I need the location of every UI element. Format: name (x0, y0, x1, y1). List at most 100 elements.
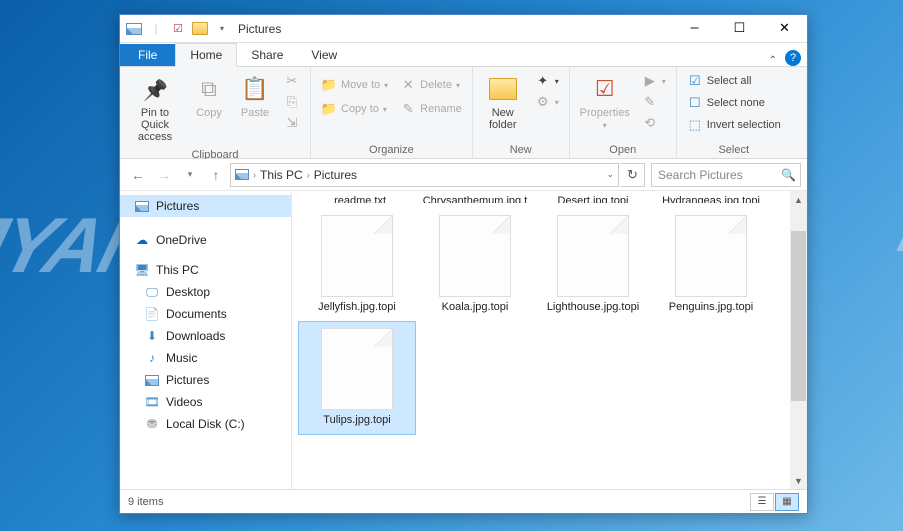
open-button[interactable]: ▶▾ (638, 71, 670, 91)
recent-locations-button[interactable]: ▾ (178, 163, 202, 187)
file-item[interactable]: Jellyfish.jpg.topi (298, 209, 416, 321)
move-to-button[interactable]: 📁Move to▾ (317, 75, 392, 95)
edit-icon: ✎ (642, 94, 658, 110)
new-item-button[interactable]: ✦▾ (531, 71, 563, 91)
file-item[interactable]: Penguins.jpg.topi (652, 209, 770, 321)
delete-button[interactable]: ✕Delete▾ (396, 75, 466, 95)
nav-downloads[interactable]: ⬇Downloads (120, 325, 291, 347)
cut-button[interactable]: ✂ (280, 71, 304, 91)
nav-documents[interactable]: 📄Documents (120, 303, 291, 325)
properties-icon: ☑ (589, 73, 621, 105)
file-item[interactable]: Koala.jpg.topi (416, 209, 534, 321)
copy-to-button[interactable]: 📁Copy to▾ (317, 99, 392, 119)
file-item-selected[interactable]: Tulips.jpg.topi (298, 321, 416, 435)
copy-to-icon: 📁 (321, 101, 337, 117)
scroll-up-button[interactable]: ▲ (790, 191, 807, 208)
tab-home[interactable]: Home (175, 43, 237, 67)
qat-dropdown-icon[interactable]: ▾ (212, 19, 232, 39)
back-button[interactable]: ← (126, 163, 150, 187)
forward-button[interactable]: → (152, 163, 176, 187)
minimize-button[interactable]: ─ (672, 15, 717, 43)
tab-view[interactable]: View (297, 44, 351, 66)
new-item-icon: ✦ (535, 73, 551, 89)
file-label: Hydrangeas.jpg.topi (662, 195, 760, 203)
quick-access-toolbar: | ☑ ▾ (120, 19, 232, 39)
history-button[interactable]: ⟲ (638, 113, 670, 133)
nav-onedrive[interactable]: ☁OneDrive (120, 229, 291, 251)
search-icon: 🔍 (781, 168, 796, 182)
paste-icon: 📋 (239, 73, 271, 105)
close-button[interactable]: ✕ (762, 15, 807, 43)
edit-button[interactable]: ✎ (638, 92, 670, 112)
rename-icon: ✎ (400, 101, 416, 117)
file-item[interactable]: Chrysanthemum.jpg.topi (416, 191, 534, 209)
easy-access-button[interactable]: ⚙▾ (531, 92, 563, 112)
ribbon-group-new: New folder ✦▾ ⚙▾ New (473, 67, 570, 158)
search-input[interactable]: Search Pictures 🔍 (651, 163, 801, 187)
nav-pictures-sub[interactable]: Pictures (120, 369, 291, 391)
nav-videos[interactable]: 🎞Videos (120, 391, 291, 413)
nav-pictures[interactable]: Pictures (120, 195, 291, 217)
status-bar: 9 items ☰ ▦ (120, 489, 807, 513)
new-group-label: New (479, 142, 563, 158)
select-none-button[interactable]: ☐Select none (683, 93, 785, 113)
nav-music[interactable]: ♪Music (120, 347, 291, 369)
new-folder-icon (487, 73, 519, 105)
file-label: Koala.jpg.topi (442, 301, 509, 315)
help-icon[interactable]: ? (785, 50, 801, 66)
rename-button[interactable]: ✎Rename (396, 99, 466, 119)
ribbon: Pin to Quick access ⧉ Copy 📋 Paste ✂ ⎘ ⇲… (120, 67, 807, 159)
watermark-right: .COM (887, 150, 903, 277)
nav-localdisk[interactable]: ⛃Local Disk (C:) (120, 413, 291, 435)
paste-shortcut-icon: ⇲ (284, 115, 300, 131)
pictures-icon (144, 372, 160, 388)
scrollbar-thumb[interactable] (791, 231, 806, 401)
videos-icon: 🎞 (144, 394, 160, 410)
history-icon: ⟲ (642, 115, 658, 131)
file-item[interactable]: Desert.jpg.topi (534, 191, 652, 209)
breadcrumb[interactable]: › This PC › Pictures ⌄ (230, 163, 619, 187)
scroll-down-button[interactable]: ▼ (790, 472, 807, 489)
invert-selection-button[interactable]: ⬚Invert selection (683, 115, 785, 135)
chevron-down-icon[interactable]: ⌄ (606, 169, 614, 180)
nav-thispc[interactable]: 🖥This PC (120, 259, 291, 281)
collapse-ribbon-icon[interactable]: ⌃ (769, 55, 777, 66)
select-all-button[interactable]: ☑Select all (683, 71, 785, 91)
file-item[interactable]: Lighthouse.jpg.topi (534, 209, 652, 321)
downloads-icon: ⬇ (144, 328, 160, 344)
file-label: Lighthouse.jpg.topi (547, 301, 639, 315)
move-to-icon: 📁 (321, 77, 337, 93)
refresh-button[interactable]: ↻ (621, 163, 645, 187)
up-button[interactable]: ↑ (204, 163, 228, 187)
nav-desktop[interactable]: 🖵Desktop (120, 281, 291, 303)
tab-share[interactable]: Share (237, 44, 297, 66)
tab-file[interactable]: File (120, 44, 175, 66)
ribbon-group-organize: 📁Move to▾ 📁Copy to▾ ✕Delete▾ ✎Rename Org… (311, 67, 473, 158)
easy-access-icon: ⚙ (535, 94, 551, 110)
vertical-scrollbar[interactable]: ▲ ▼ (790, 191, 807, 489)
ribbon-group-open: ☑ Properties ▾ ▶▾ ✎ ⟲ Open (570, 67, 677, 158)
paste-shortcut-button[interactable]: ⇲ (280, 113, 304, 133)
copy-button[interactable]: ⧉ Copy (188, 69, 230, 123)
paste-button[interactable]: 📋 Paste (234, 69, 276, 123)
properties-button[interactable]: ☑ Properties ▾ (576, 69, 634, 134)
open-icon: ▶ (642, 73, 658, 89)
thumbnails-view-button[interactable]: ▦ (775, 493, 799, 511)
maximize-button[interactable]: ☐ (717, 15, 762, 43)
window-title: Pictures (238, 22, 281, 36)
file-thumb (321, 328, 393, 410)
file-item[interactable]: Hydrangeas.jpg.topi (652, 191, 770, 209)
location-icon (235, 169, 249, 180)
pictures-icon (134, 198, 150, 214)
file-item[interactable]: _readme.txt (298, 191, 416, 209)
select-group-label: Select (683, 142, 785, 158)
copy-path-button[interactable]: ⎘ (280, 92, 304, 112)
properties-shortcut-icon[interactable]: ☑ (168, 19, 188, 39)
select-all-icon: ☑ (687, 73, 703, 89)
details-view-button[interactable]: ☰ (750, 493, 774, 511)
breadcrumb-thispc[interactable]: This PC (260, 168, 303, 182)
breadcrumb-pictures[interactable]: Pictures (314, 168, 357, 182)
address-bar: ← → ▾ ↑ › This PC › Pictures ⌄ ↻ Search … (120, 159, 807, 191)
pin-to-quick-access-button[interactable]: Pin to Quick access (126, 69, 184, 147)
new-folder-button[interactable]: New folder (479, 69, 527, 135)
